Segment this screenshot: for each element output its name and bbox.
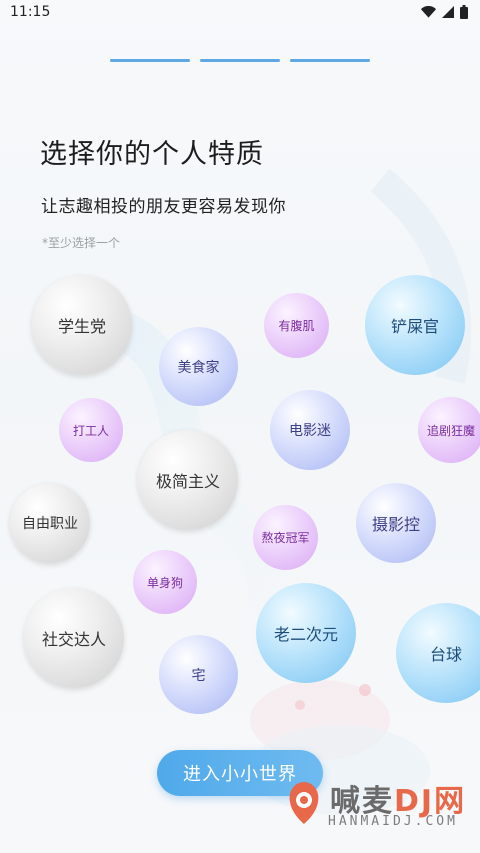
watermark-url: HANMAIDJ.COM bbox=[328, 814, 458, 829]
status-time: 11:15 bbox=[10, 4, 51, 20]
trait-label: 摄影控 bbox=[371, 515, 420, 534]
trait-bubble-night-owl[interactable]: 熬夜冠军 bbox=[253, 505, 318, 570]
page-title: 选择你的个人特质 bbox=[40, 139, 264, 170]
battery-icon bbox=[460, 5, 468, 19]
trait-label: 熬夜冠军 bbox=[261, 531, 310, 545]
trait-bubble-student[interactable]: 学生党 bbox=[32, 275, 132, 375]
trait-label: 单身狗 bbox=[146, 575, 183, 590]
trait-label: 学生党 bbox=[57, 317, 106, 336]
trait-bubble-homebody[interactable]: 宅 bbox=[159, 635, 238, 714]
trait-bubble-abs[interactable]: 有腹肌 bbox=[264, 293, 329, 358]
trait-label: 打工人 bbox=[72, 423, 109, 438]
trait-label: 美食家 bbox=[177, 359, 220, 376]
watermark-logo-icon bbox=[289, 782, 319, 824]
trait-label: 电影迷 bbox=[289, 423, 331, 439]
selection-hint: *至少选择一个 bbox=[42, 236, 121, 250]
progress-step-2 bbox=[200, 59, 280, 62]
trait-label: 台球 bbox=[429, 645, 462, 664]
trait-bubble-social[interactable]: 社交达人 bbox=[24, 588, 124, 688]
trait-label: 有腹肌 bbox=[278, 319, 315, 333]
trait-bubble-foodie[interactable]: 美食家 bbox=[159, 327, 238, 406]
trait-bubble-single[interactable]: 单身狗 bbox=[133, 550, 197, 614]
trait-bubble-pet-owner[interactable]: 铲屎官 bbox=[365, 275, 465, 375]
wifi-icon bbox=[421, 6, 436, 18]
trait-bubble-billiards[interactable]: 台球 bbox=[396, 603, 480, 703]
trait-label: 极简主义 bbox=[155, 472, 220, 491]
trait-bubble-worker[interactable]: 打工人 bbox=[59, 398, 123, 462]
trait-label: 自由职业 bbox=[22, 516, 78, 532]
trait-label: 老二次元 bbox=[273, 625, 338, 644]
trait-bubble-movie-fan[interactable]: 电影迷 bbox=[270, 390, 350, 470]
trait-label: 社交达人 bbox=[41, 630, 106, 649]
trait-bubble-anime-fan[interactable]: 老二次元 bbox=[256, 583, 356, 683]
status-bar: 11:15 bbox=[0, 0, 480, 26]
trait-label: 追剧狂魔 bbox=[426, 423, 475, 438]
progress-step-3 bbox=[290, 59, 370, 62]
watermark: 喊麦DJ网 HANMAIDJ.COM bbox=[284, 774, 474, 834]
progress-step-1 bbox=[110, 59, 190, 62]
trait-bubble-drama-fan[interactable]: 追剧狂魔 bbox=[418, 397, 480, 463]
trait-bubble-freelancer[interactable]: 自由职业 bbox=[10, 483, 90, 563]
trait-bubble-minimalism[interactable]: 极简主义 bbox=[138, 430, 238, 530]
status-icons bbox=[421, 5, 468, 19]
page-subtitle: 让志趣相投的朋友更容易发现你 bbox=[41, 197, 286, 217]
trait-bubble-photography[interactable]: 摄影控 bbox=[356, 483, 436, 563]
signal-icon bbox=[442, 6, 454, 18]
trait-label: 宅 bbox=[191, 667, 206, 684]
trait-label: 铲屎官 bbox=[390, 317, 439, 336]
